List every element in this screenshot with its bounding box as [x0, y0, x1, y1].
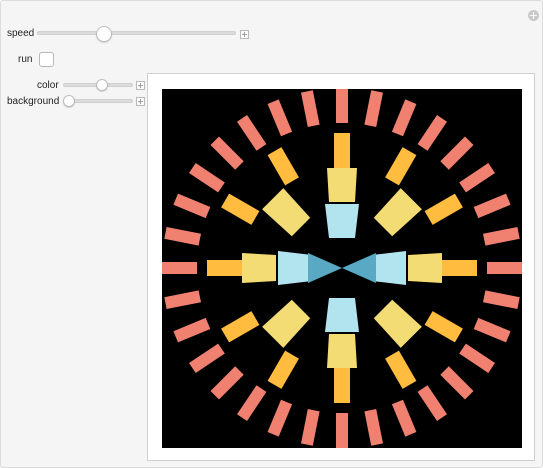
outer-ring-segment	[336, 413, 348, 448]
speed-slider-thumb[interactable]	[96, 26, 112, 42]
manipulate-panel: + speed + run color + background +	[0, 0, 543, 468]
orange-ring-segment	[442, 260, 477, 276]
run-checkbox[interactable]	[39, 52, 54, 67]
yellow-ring-segment	[408, 253, 442, 283]
orange-ring-segment	[207, 260, 242, 276]
speed-expand-icon[interactable]: +	[240, 30, 249, 39]
color-expand-icon[interactable]: +	[136, 81, 145, 90]
outer-ring-segment	[487, 262, 522, 274]
yellow-ring-segment	[242, 253, 276, 283]
run-label: run	[18, 54, 33, 65]
outer-ring-segment	[162, 262, 197, 274]
background-slider-thumb[interactable]	[63, 95, 75, 107]
blue-inner-segment	[325, 298, 359, 332]
yellow-ring-segment	[327, 168, 357, 202]
color-label: color	[37, 80, 59, 91]
blue-inner-segment	[372, 251, 406, 285]
outer-ring-segment	[336, 89, 348, 123]
color-slider-thumb[interactable]	[96, 79, 108, 91]
orange-ring-segment	[334, 368, 350, 403]
speed-slider[interactable]	[37, 31, 236, 35]
speed-label: speed	[7, 28, 35, 39]
options-plus-icon[interactable]: +	[528, 10, 539, 21]
background-expand-icon[interactable]: +	[136, 97, 145, 106]
blue-inner-segment	[278, 251, 312, 285]
blue-inner-segment	[325, 204, 359, 238]
orange-ring-segment	[334, 133, 350, 168]
animation-canvas	[162, 89, 522, 448]
background-label: background	[7, 96, 60, 107]
yellow-ring-segment	[327, 334, 357, 368]
